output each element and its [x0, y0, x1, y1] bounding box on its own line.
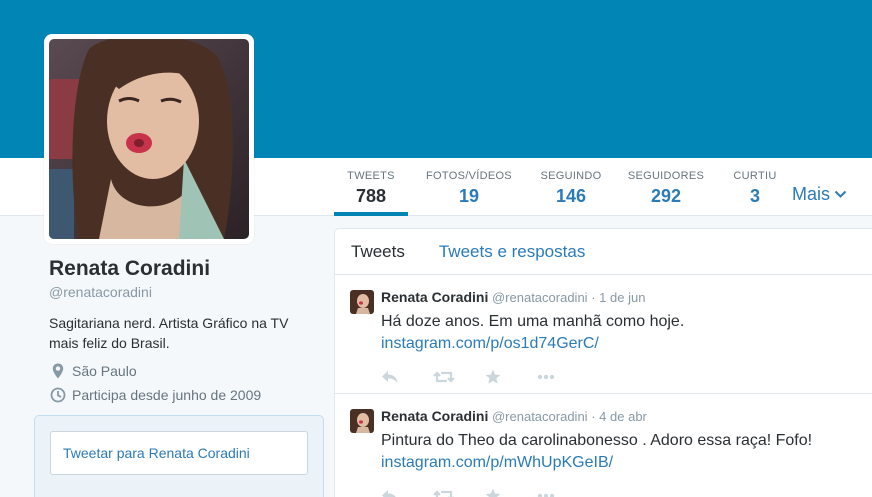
- nav-tab-label: SEGUINDO: [540, 170, 602, 182]
- nav-tab-tweets[interactable]: TWEETS 788: [334, 158, 408, 216]
- map-pin-icon: [49, 362, 67, 380]
- tweet-link[interactable]: instagram.com/p/os1d74GerC/: [381, 333, 862, 355]
- more-icon[interactable]: [537, 488, 589, 497]
- profile-bio: Sagitariana nerd. Artista Gráfico na TV …: [49, 315, 289, 351]
- tweet-avatar[interactable]: [350, 290, 374, 314]
- tweet[interactable]: Renata Coradini @renatacoradini · 1 de j…: [335, 275, 872, 394]
- tweet-separator: ·: [591, 409, 596, 424]
- timeline: Tweets Tweets e respostas Renata Coradin…: [334, 228, 872, 497]
- nav-tab-label: SEGUIDORES: [627, 170, 705, 182]
- retweet-icon[interactable]: [433, 369, 485, 385]
- tweet-separator: ·: [591, 290, 596, 305]
- tweet-date[interactable]: 4 de abr: [599, 409, 647, 424]
- profile-location-text: São Paulo: [72, 363, 137, 379]
- reply-icon[interactable]: [381, 369, 433, 385]
- tweet-author-name[interactable]: Renata Coradini: [381, 408, 488, 424]
- reply-icon[interactable]: [381, 488, 433, 497]
- tab-tweets-and-replies[interactable]: Tweets e respostas: [439, 242, 585, 262]
- tweet-text: Há doze anos. Em uma manhã como hoje.: [381, 313, 685, 330]
- nav-tab-photos-videos[interactable]: FOTOS/VÍDEOS 19: [414, 158, 524, 216]
- tweet-to-input[interactable]: Tweetar para Renata Coradini: [50, 431, 308, 475]
- tweet-text: Pintura do Theo da carolinabonesso . Ado…: [381, 432, 813, 449]
- nav-tab-label: TWEETS: [347, 170, 395, 182]
- profile-card: Renata Coradini @renatacoradini Sagitari…: [49, 256, 319, 405]
- nav-more-button[interactable]: Mais: [792, 184, 847, 205]
- profile-avatar[interactable]: [44, 34, 254, 244]
- tweet-to-box: Tweetar para Renata Coradini: [34, 415, 324, 497]
- nav-tab-count: 19: [458, 186, 480, 206]
- nav-tab-likes[interactable]: CURTIU 3: [726, 158, 784, 216]
- tweet-author-handle[interactable]: @renatacoradini: [492, 409, 588, 424]
- tab-tweets[interactable]: Tweets: [351, 242, 405, 262]
- timeline-tabs: Tweets Tweets e respostas: [335, 229, 872, 275]
- nav-tab-followers[interactable]: SEGUIDORES 292: [618, 158, 714, 216]
- nav-tab-count: 788: [355, 186, 387, 206]
- nav-tab-count: 146: [555, 186, 587, 206]
- tweet-actions: [381, 488, 862, 497]
- tweet-link[interactable]: instagram.com/p/mWhUpKGeIB/: [381, 452, 862, 474]
- profile-nav: TWEETS 788 FOTOS/VÍDEOS 19 SEGUINDO 146 …: [334, 158, 784, 216]
- tweet-actions: [381, 369, 862, 385]
- clock-icon: [49, 386, 67, 404]
- tweet-avatar[interactable]: [350, 409, 374, 433]
- more-icon[interactable]: [537, 369, 589, 385]
- nav-tab-following[interactable]: SEGUINDO 146: [528, 158, 614, 216]
- tweet-date[interactable]: 1 de jun: [599, 290, 645, 305]
- profile-handle[interactable]: @renatacoradini: [49, 283, 319, 301]
- nav-more-label: Mais: [792, 184, 831, 204]
- profile-location: São Paulo: [49, 361, 319, 381]
- profile-joined-text: Participa desde junho de 2009: [72, 387, 262, 403]
- tweet-author-handle[interactable]: @renatacoradini: [492, 290, 588, 305]
- profile-name[interactable]: Renata Coradini: [49, 256, 319, 282]
- nav-tab-count: 3: [749, 186, 760, 206]
- retweet-icon[interactable]: [433, 488, 485, 497]
- tweet[interactable]: Renata Coradini @renatacoradini · 4 de a…: [335, 394, 872, 497]
- favorite-icon[interactable]: [485, 488, 537, 497]
- chevron-down-icon: [834, 190, 847, 198]
- nav-tab-count: 292: [650, 186, 682, 206]
- nav-tab-label: CURTIU: [733, 170, 777, 182]
- favorite-icon[interactable]: [485, 369, 537, 385]
- tweet-author-name[interactable]: Renata Coradini: [381, 289, 488, 305]
- nav-tab-label: FOTOS/VÍDEOS: [426, 170, 512, 182]
- profile-joined: Participa desde junho de 2009: [49, 385, 319, 405]
